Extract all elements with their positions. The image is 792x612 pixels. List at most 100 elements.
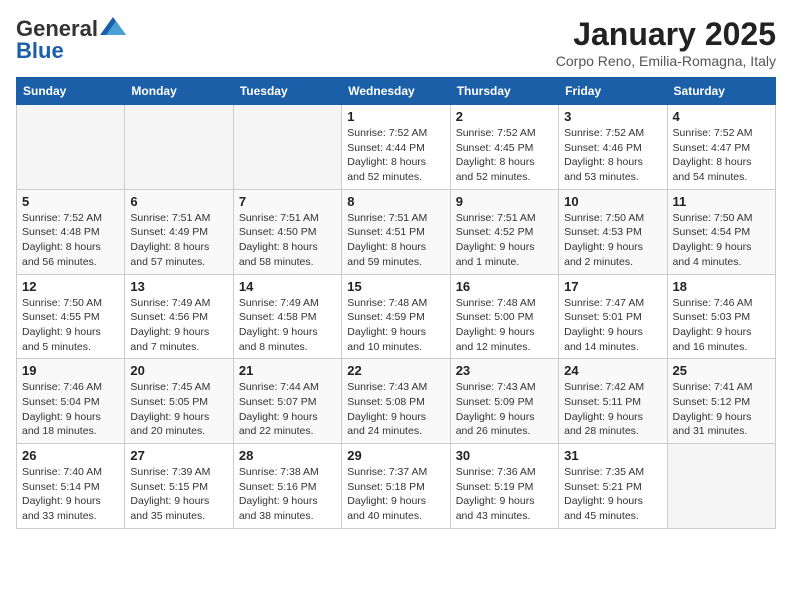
table-row: 31 Sunrise: 7:35 AM Sunset: 5:21 PM Dayli… xyxy=(559,444,667,529)
day-info: Sunrise: 7:45 AM Sunset: 5:05 PM Dayligh… xyxy=(130,380,227,439)
day-info: Sunrise: 7:51 AM Sunset: 4:52 PM Dayligh… xyxy=(456,211,553,270)
table-row: 22 Sunrise: 7:43 AM Sunset: 5:08 PM Dayli… xyxy=(342,359,450,444)
table-row: 18 Sunrise: 7:46 AM Sunset: 5:03 PM Dayli… xyxy=(667,274,775,359)
table-row: 17 Sunrise: 7:47 AM Sunset: 5:01 PM Dayli… xyxy=(559,274,667,359)
table-row: 15 Sunrise: 7:48 AM Sunset: 4:59 PM Dayli… xyxy=(342,274,450,359)
page-header: General Blue January 2025 Corpo Reno, Em… xyxy=(16,16,776,69)
day-info: Sunrise: 7:46 AM Sunset: 5:04 PM Dayligh… xyxy=(22,380,119,439)
title-section: January 2025 Corpo Reno, Emilia-Romagna,… xyxy=(556,16,776,69)
location-subtitle: Corpo Reno, Emilia-Romagna, Italy xyxy=(556,53,776,69)
day-number: 3 xyxy=(564,109,661,124)
day-info: Sunrise: 7:52 AM Sunset: 4:45 PM Dayligh… xyxy=(456,126,553,185)
day-number: 10 xyxy=(564,194,661,209)
table-row: 6 Sunrise: 7:51 AM Sunset: 4:49 PM Daylig… xyxy=(125,189,233,274)
day-info: Sunrise: 7:52 AM Sunset: 4:48 PM Dayligh… xyxy=(22,211,119,270)
table-row: 10 Sunrise: 7:50 AM Sunset: 4:53 PM Dayli… xyxy=(559,189,667,274)
header-saturday: Saturday xyxy=(667,78,775,105)
calendar-week-row: 1Sunrise: 7:52 AM Sunset: 4:44 PM Daylig… xyxy=(17,105,776,190)
day-info: Sunrise: 7:48 AM Sunset: 4:59 PM Dayligh… xyxy=(347,296,444,355)
day-info: Sunrise: 7:52 AM Sunset: 4:46 PM Dayligh… xyxy=(564,126,661,185)
day-info: Sunrise: 7:51 AM Sunset: 4:51 PM Dayligh… xyxy=(347,211,444,270)
day-info: Sunrise: 7:35 AM Sunset: 5:21 PM Dayligh… xyxy=(564,465,661,524)
day-number: 12 xyxy=(22,279,119,294)
day-info: Sunrise: 7:50 AM Sunset: 4:54 PM Dayligh… xyxy=(673,211,770,270)
day-info: Sunrise: 7:51 AM Sunset: 4:49 PM Dayligh… xyxy=(130,211,227,270)
table-row: 20 Sunrise: 7:45 AM Sunset: 5:05 PM Dayli… xyxy=(125,359,233,444)
day-number: 22 xyxy=(347,363,444,378)
day-info: Sunrise: 7:51 AM Sunset: 4:50 PM Dayligh… xyxy=(239,211,336,270)
day-info: Sunrise: 7:44 AM Sunset: 5:07 PM Dayligh… xyxy=(239,380,336,439)
calendar-week-row: 5 Sunrise: 7:52 AM Sunset: 4:48 PM Daylig… xyxy=(17,189,776,274)
day-info: Sunrise: 7:37 AM Sunset: 5:18 PM Dayligh… xyxy=(347,465,444,524)
day-number: 11 xyxy=(673,194,770,209)
day-number: 14 xyxy=(239,279,336,294)
table-row: 12Sunrise: 7:50 AM Sunset: 4:55 PM Dayli… xyxy=(17,274,125,359)
day-number: 31 xyxy=(564,448,661,463)
day-info: Sunrise: 7:47 AM Sunset: 5:01 PM Dayligh… xyxy=(564,296,661,355)
day-number: 6 xyxy=(130,194,227,209)
day-info: Sunrise: 7:41 AM Sunset: 5:12 PM Dayligh… xyxy=(673,380,770,439)
table-row xyxy=(17,105,125,190)
day-number: 5 xyxy=(22,194,119,209)
day-number: 2 xyxy=(456,109,553,124)
table-row xyxy=(233,105,341,190)
table-row: 3 Sunrise: 7:52 AM Sunset: 4:46 PM Daylig… xyxy=(559,105,667,190)
header-wednesday: Wednesday xyxy=(342,78,450,105)
day-info: Sunrise: 7:50 AM Sunset: 4:53 PM Dayligh… xyxy=(564,211,661,270)
day-number: 4 xyxy=(673,109,770,124)
day-number: 18 xyxy=(673,279,770,294)
day-number: 13 xyxy=(130,279,227,294)
day-number: 25 xyxy=(673,363,770,378)
day-number: 20 xyxy=(130,363,227,378)
day-info: Sunrise: 7:36 AM Sunset: 5:19 PM Dayligh… xyxy=(456,465,553,524)
day-number: 16 xyxy=(456,279,553,294)
day-number: 17 xyxy=(564,279,661,294)
day-number: 29 xyxy=(347,448,444,463)
table-row: 13 Sunrise: 7:49 AM Sunset: 4:56 PM Dayli… xyxy=(125,274,233,359)
day-number: 8 xyxy=(347,194,444,209)
table-row: 23 Sunrise: 7:43 AM Sunset: 5:09 PM Dayli… xyxy=(450,359,558,444)
day-info: Sunrise: 7:49 AM Sunset: 4:56 PM Dayligh… xyxy=(130,296,227,355)
table-row: 24Sunrise: 7:42 AM Sunset: 5:11 PM Dayli… xyxy=(559,359,667,444)
table-row: 25 Sunrise: 7:41 AM Sunset: 5:12 PM Dayli… xyxy=(667,359,775,444)
table-row: 30 Sunrise: 7:36 AM Sunset: 5:19 PM Dayli… xyxy=(450,444,558,529)
day-number: 26 xyxy=(22,448,119,463)
logo: General Blue xyxy=(16,16,126,64)
day-info: Sunrise: 7:49 AM Sunset: 4:58 PM Dayligh… xyxy=(239,296,336,355)
table-row: 16 Sunrise: 7:48 AM Sunset: 5:00 PM Dayli… xyxy=(450,274,558,359)
table-row: 9Sunrise: 7:51 AM Sunset: 4:52 PM Daylig… xyxy=(450,189,558,274)
table-row: 7 Sunrise: 7:51 AM Sunset: 4:50 PM Daylig… xyxy=(233,189,341,274)
day-info: Sunrise: 7:43 AM Sunset: 5:09 PM Dayligh… xyxy=(456,380,553,439)
calendar-header-row: Sunday Monday Tuesday Wednesday Thursday… xyxy=(17,78,776,105)
header-tuesday: Tuesday xyxy=(233,78,341,105)
logo-icon xyxy=(100,17,126,37)
header-sunday: Sunday xyxy=(17,78,125,105)
day-info: Sunrise: 7:43 AM Sunset: 5:08 PM Dayligh… xyxy=(347,380,444,439)
day-info: Sunrise: 7:48 AM Sunset: 5:00 PM Dayligh… xyxy=(456,296,553,355)
day-info: Sunrise: 7:52 AM Sunset: 4:44 PM Dayligh… xyxy=(347,126,444,185)
table-row: 5 Sunrise: 7:52 AM Sunset: 4:48 PM Daylig… xyxy=(17,189,125,274)
table-row: 14 Sunrise: 7:49 AM Sunset: 4:58 PM Dayli… xyxy=(233,274,341,359)
logo-blue: Blue xyxy=(16,38,64,64)
day-info: Sunrise: 7:46 AM Sunset: 5:03 PM Dayligh… xyxy=(673,296,770,355)
day-number: 28 xyxy=(239,448,336,463)
table-row: 29 Sunrise: 7:37 AM Sunset: 5:18 PM Dayli… xyxy=(342,444,450,529)
day-number: 23 xyxy=(456,363,553,378)
day-info: Sunrise: 7:40 AM Sunset: 5:14 PM Dayligh… xyxy=(22,465,119,524)
table-row: 2 Sunrise: 7:52 AM Sunset: 4:45 PM Daylig… xyxy=(450,105,558,190)
day-info: Sunrise: 7:42 AM Sunset: 5:11 PM Dayligh… xyxy=(564,380,661,439)
day-info: Sunrise: 7:52 AM Sunset: 4:47 PM Dayligh… xyxy=(673,126,770,185)
table-row: 8 Sunrise: 7:51 AM Sunset: 4:51 PM Daylig… xyxy=(342,189,450,274)
day-number: 7 xyxy=(239,194,336,209)
header-monday: Monday xyxy=(125,78,233,105)
header-friday: Friday xyxy=(559,78,667,105)
day-number: 21 xyxy=(239,363,336,378)
table-row: 26 Sunrise: 7:40 AM Sunset: 5:14 PM Dayli… xyxy=(17,444,125,529)
day-info: Sunrise: 7:38 AM Sunset: 5:16 PM Dayligh… xyxy=(239,465,336,524)
calendar-week-row: 19 Sunrise: 7:46 AM Sunset: 5:04 PM Dayli… xyxy=(17,359,776,444)
day-number: 15 xyxy=(347,279,444,294)
day-number: 19 xyxy=(22,363,119,378)
day-number: 30 xyxy=(456,448,553,463)
calendar-week-row: 26 Sunrise: 7:40 AM Sunset: 5:14 PM Dayli… xyxy=(17,444,776,529)
header-thursday: Thursday xyxy=(450,78,558,105)
